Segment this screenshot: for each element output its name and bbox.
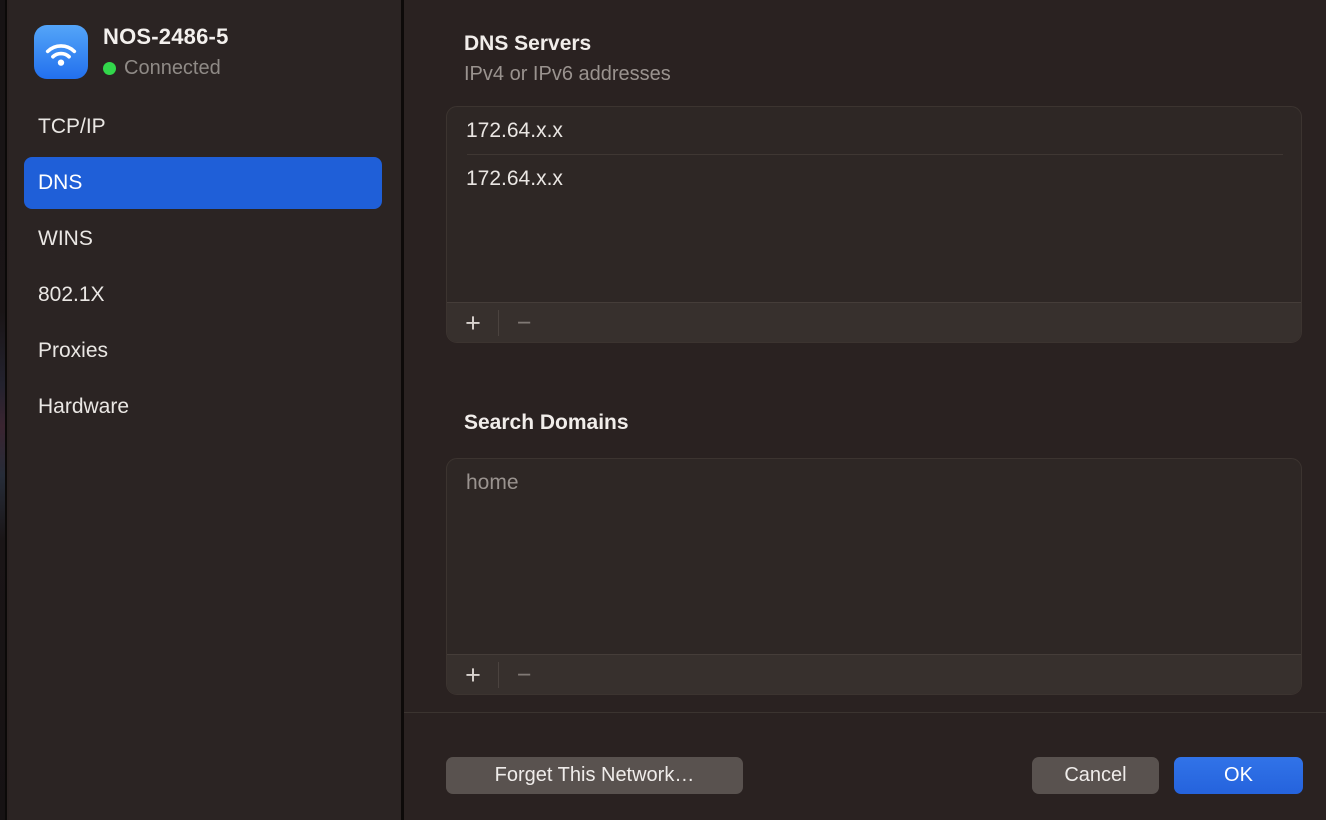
toolbar-separator (498, 662, 499, 688)
dns-remove-button[interactable]: − (508, 308, 540, 338)
sidebar-item-tcpip[interactable]: TCP/IP (24, 101, 382, 153)
dns-servers-title: DNS Servers (464, 29, 671, 59)
dns-server-row[interactable]: 172.64.x.x (447, 155, 1301, 202)
ok-button[interactable]: OK (1174, 757, 1303, 794)
cancel-button[interactable]: Cancel (1032, 757, 1159, 794)
search-domain-add-button[interactable]: + (457, 660, 489, 690)
sidebar-item-wins[interactable]: WINS (24, 213, 382, 265)
sidebar-nav: TCP/IPDNSWINS802.1XProxiesHardware (24, 101, 382, 433)
search-domain-remove-button[interactable]: − (508, 660, 540, 690)
forget-network-button[interactable]: Forget This Network… (446, 757, 743, 794)
network-header: NOS-2486-5 Connected (34, 24, 229, 80)
main-panel: DNS Servers IPv4 or IPv6 addresses 172.6… (404, 0, 1326, 820)
sidebar-item-proxies[interactable]: Proxies (24, 325, 382, 377)
dns-servers-header: DNS Servers IPv4 or IPv6 addresses (464, 29, 671, 88)
wifi-icon (34, 25, 88, 79)
search-domains-toolbar: + − (447, 654, 1301, 694)
search-domains-rows: home (447, 459, 1301, 506)
sidebar-item-8021x[interactable]: 802.1X (24, 269, 382, 321)
dns-servers-toolbar: + − (447, 302, 1301, 342)
window-edge (0, 0, 7, 820)
search-domain-row[interactable]: home (447, 459, 1301, 506)
sidebar: NOS-2486-5 Connected TCP/IPDNSWINS802.1X… (9, 0, 401, 820)
dns-servers-list: 172.64.x.x172.64.x.x + − (446, 106, 1302, 343)
network-meta: NOS-2486-5 Connected (103, 24, 229, 80)
dns-add-button[interactable]: + (457, 308, 489, 338)
search-domains-title: Search Domains (464, 408, 629, 438)
dns-servers-rows: 172.64.x.x172.64.x.x (447, 107, 1301, 202)
status-label: Connected (124, 57, 221, 80)
dns-server-row[interactable]: 172.64.x.x (447, 107, 1301, 154)
sidebar-item-hardware[interactable]: Hardware (24, 381, 382, 433)
sidebar-item-dns[interactable]: DNS (24, 157, 382, 209)
footer-divider (404, 712, 1326, 713)
network-status: Connected (103, 57, 229, 80)
status-dot-icon (103, 62, 116, 75)
toolbar-separator (498, 310, 499, 336)
network-name: NOS-2486-5 (103, 24, 229, 50)
dns-servers-subtitle: IPv4 or IPv6 addresses (464, 61, 671, 88)
search-domains-list: home + − (446, 458, 1302, 695)
wifi-details-dialog: NOS-2486-5 Connected TCP/IPDNSWINS802.1X… (0, 0, 1326, 820)
